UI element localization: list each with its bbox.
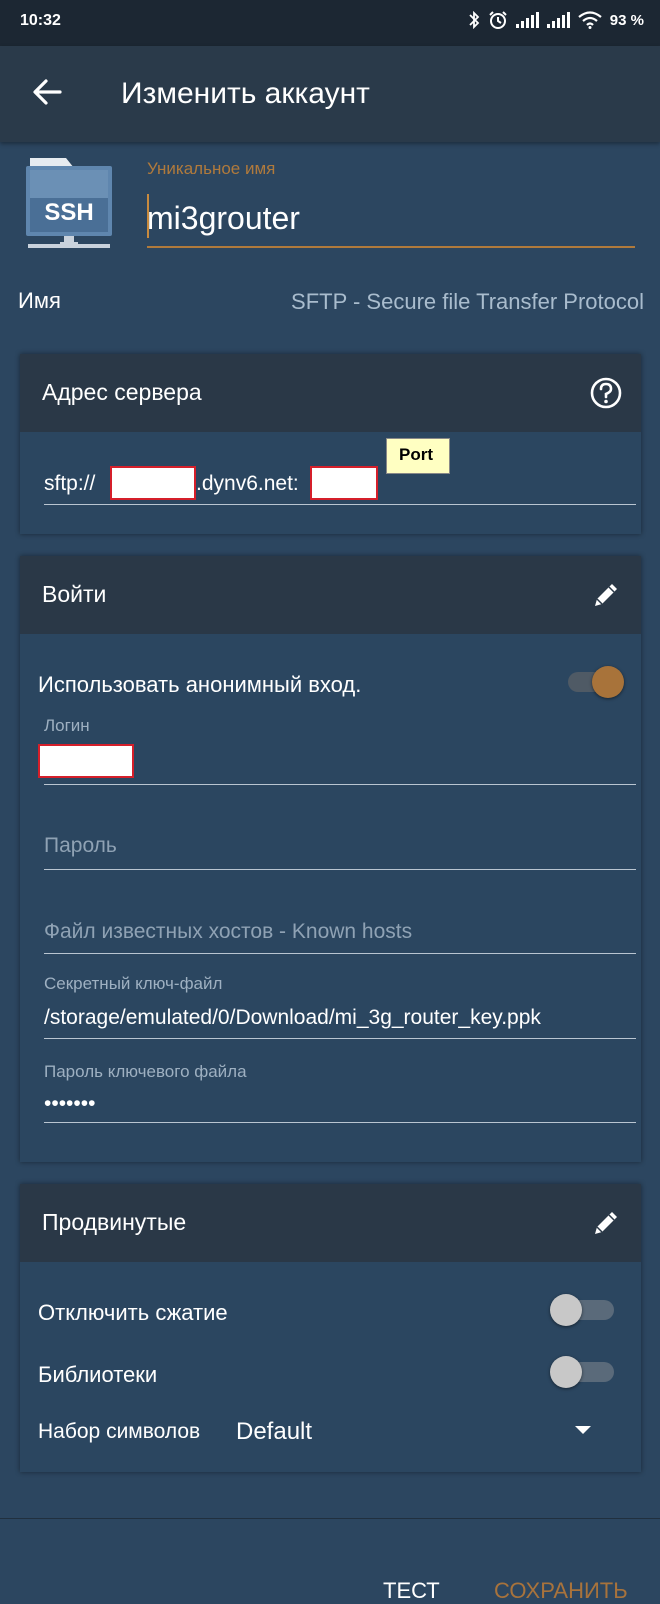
wifi-icon <box>578 11 602 29</box>
edit-advanced-button[interactable] <box>587 1204 625 1242</box>
known-hosts-input[interactable]: Файл известных хостов - Known hosts <box>44 912 636 954</box>
pencil-icon <box>595 1212 617 1234</box>
switch-thumb <box>592 666 624 698</box>
status-bar: 10:32 93 % <box>0 0 660 46</box>
status-time: 10:32 <box>20 12 61 29</box>
disable-compression-label: Отключить сжатие <box>38 1300 228 1325</box>
signal-icon-2 <box>546 12 570 28</box>
charset-value: Default <box>236 1418 313 1445</box>
login-underline <box>44 784 636 785</box>
charset-select[interactable]: Default <box>234 1410 614 1452</box>
help-button[interactable] <box>587 374 625 412</box>
page-title: Изменить аккаунт <box>121 77 370 110</box>
password-input[interactable]: Пароль <box>44 826 636 868</box>
redacted-login <box>38 744 134 778</box>
login-label: Логин <box>44 716 90 735</box>
password-placeholder: Пароль <box>44 834 117 857</box>
back-button[interactable] <box>24 68 72 116</box>
address-underline <box>44 504 636 505</box>
anonymous-login-label: Использовать анонимный вход. <box>38 672 362 697</box>
key-file-label: Секретный ключ-файл <box>44 974 223 993</box>
ssh-server-icon: SSH <box>22 158 118 258</box>
signal-icon-1 <box>515 12 539 28</box>
edit-login-button[interactable] <box>587 576 625 614</box>
libraries-switch[interactable] <box>546 1352 626 1392</box>
test-button[interactable]: ТЕСТ <box>383 1578 440 1604</box>
login-input[interactable] <box>38 744 636 780</box>
unique-name-label: Уникальное имя <box>147 159 276 178</box>
unique-name-input[interactable]: mi3grouter <box>147 190 635 248</box>
login-card: Войти Использовать анонимный вход. Логин… <box>20 556 641 1162</box>
known-hosts-underline <box>44 953 636 954</box>
disable-compression-switch[interactable] <box>546 1290 626 1330</box>
app-toolbar: Изменить аккаунт <box>0 46 660 142</box>
libraries-label: Библиотеки <box>38 1362 158 1387</box>
server-address-title: Адрес сервера <box>42 379 202 405</box>
server-address-input[interactable]: sftp:// .dynv6.net: <box>44 466 636 506</box>
key-password-value: ••••••• <box>44 1092 96 1115</box>
help-icon <box>590 377 622 409</box>
unique-name-value: mi3grouter <box>147 200 300 236</box>
key-password-underline <box>44 1122 636 1123</box>
known-hosts-placeholder: Файл известных хостов - Known hosts <box>44 920 413 943</box>
battery-level: 93 % <box>609 11 644 29</box>
address-domain: .dynv6.net: <box>196 472 299 495</box>
switch-thumb <box>550 1294 582 1326</box>
login-title: Войти <box>42 581 107 607</box>
card-header: Продвинутые <box>20 1184 641 1262</box>
key-file-underline <box>44 1038 636 1039</box>
save-button[interactable]: СОХРАНИТЬ <box>494 1578 628 1604</box>
name-label: Имя <box>18 288 61 313</box>
arrow-back-icon <box>33 79 62 105</box>
server-address-card: Адрес сервера sftp:// .dynv6.net: Port <box>20 354 641 534</box>
alarm-icon <box>489 11 507 29</box>
bluetooth-icon <box>469 11 480 29</box>
advanced-title: Продвинутые <box>42 1209 187 1235</box>
svg-text:SSH: SSH <box>44 199 93 226</box>
address-scheme: sftp:// <box>44 472 96 495</box>
status-icons: 93 % <box>468 10 644 30</box>
switch-thumb <box>550 1356 582 1388</box>
protocol-name: SFTP - Secure file Transfer Protocol <box>291 289 644 314</box>
key-file-value: /storage/emulated/0/Download/mi_3g_route… <box>44 1006 541 1029</box>
port-tooltip: Port <box>386 438 450 474</box>
charset-label: Набор символов <box>38 1420 201 1443</box>
advanced-card: Продвинутые Отключить сжатие Библиотеки … <box>20 1184 641 1472</box>
dropdown-arrow-icon <box>575 1426 591 1434</box>
card-header: Адрес сервера <box>20 354 641 432</box>
key-password-input[interactable]: ••••••• <box>44 1086 636 1122</box>
password-underline <box>44 869 636 870</box>
key-password-label: Пароль ключевого файла <box>44 1062 247 1081</box>
redacted-port <box>310 466 378 500</box>
redacted-host <box>110 466 196 500</box>
pencil-icon <box>595 584 617 606</box>
key-file-input[interactable]: /storage/emulated/0/Download/mi_3g_route… <box>44 998 636 1038</box>
anonymous-login-switch[interactable] <box>564 662 628 702</box>
card-header: Войти <box>20 556 641 634</box>
